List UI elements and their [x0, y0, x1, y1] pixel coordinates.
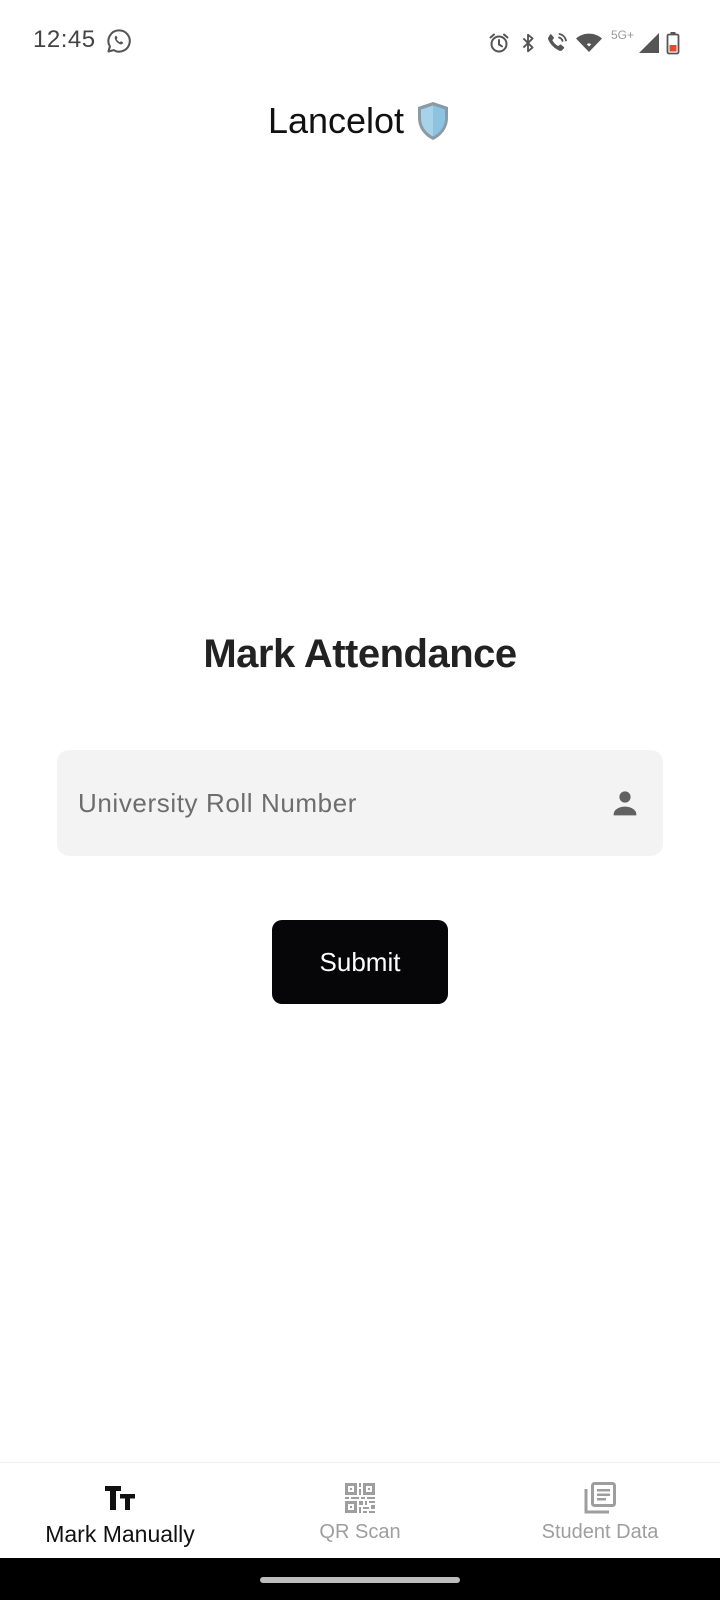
status-bar: 12:45 5G+	[0, 0, 720, 84]
app-header: Lancelot	[0, 100, 720, 142]
text-size-icon	[105, 1486, 135, 1510]
nav-item-student-data[interactable]: Student Data	[480, 1463, 720, 1558]
status-time: 12:45	[33, 26, 96, 53]
wifi-icon	[575, 33, 602, 52]
nav-item-mark-manually[interactable]: Mark Manually	[0, 1463, 240, 1558]
submit-button[interactable]: Submit	[272, 920, 448, 1004]
status-icons: 5G+	[487, 28, 680, 58]
battery-icon	[666, 32, 680, 55]
wifi-calling-icon	[548, 33, 567, 51]
shield-icon	[418, 102, 449, 140]
page-heading: Mark Attendance	[203, 632, 517, 676]
library-books-icon	[584, 1482, 616, 1514]
cell-signal-icon	[639, 33, 659, 53]
app-title: Lancelot	[267, 100, 405, 141]
nav-item-qr-scan[interactable]: QR Scan	[240, 1463, 480, 1558]
home-gesture-handle[interactable]	[260, 1577, 460, 1583]
network-type-label: 5G+	[610, 28, 634, 42]
system-nav-bar	[0, 1558, 720, 1600]
bluetooth-icon	[522, 33, 534, 53]
bottom-nav: Mark Manually QR Scan Student Data	[0, 1462, 720, 1558]
whatsapp-icon	[107, 29, 131, 53]
nav-label-mark-manually: Mark Manually	[45, 1521, 195, 1547]
person-icon	[613, 791, 637, 816]
roll-number-input[interactable]	[78, 787, 609, 819]
nav-label-qr-scan: QR Scan	[319, 1521, 401, 1543]
alarm-icon	[489, 33, 509, 53]
nav-label-student-data: Student Data	[541, 1521, 659, 1543]
roll-number-field[interactable]	[57, 750, 663, 856]
qr-code-icon	[345, 1483, 375, 1513]
